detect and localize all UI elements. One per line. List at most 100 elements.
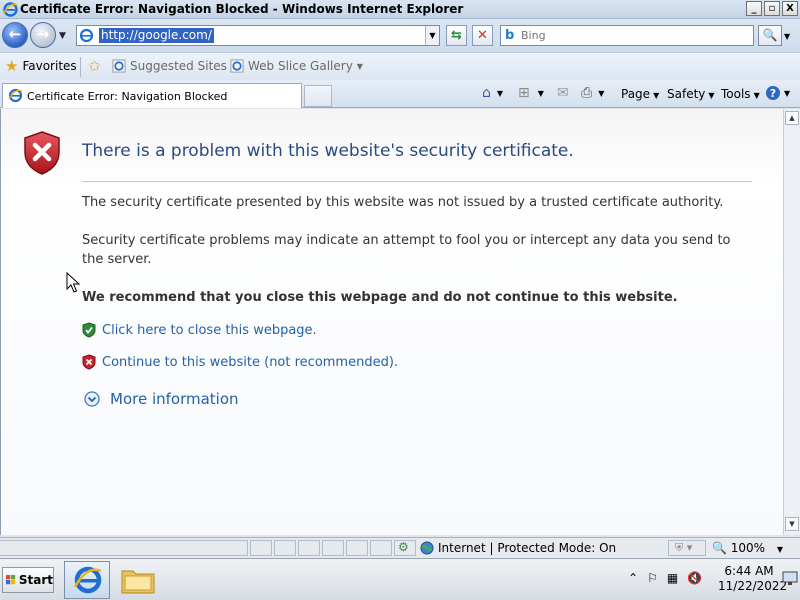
close-webpage-link[interactable]: Click here to close this webpage. [82,322,317,338]
address-row: ← → ▼ http://google.com/ ▼ ⇆ ✕ b 🔍 ▼ [0,19,800,52]
address-dropdown-icon[interactable]: ▼ [425,26,439,45]
favorites-button[interactable]: ★ Favorites [5,59,77,74]
web-slice-gallery-label: Web Slice Gallery [248,59,353,73]
help-button[interactable]: ? ▼ [765,84,790,102]
system-tray: ⌃ ⚐ ▦ 🔇 [628,571,702,585]
stop-button[interactable]: ✕ [472,25,493,46]
feeds-button[interactable]: ⊞ ▼ [518,84,544,102]
taskbar-internet-explorer[interactable] [64,561,110,599]
favorites-label: Favorites [22,59,77,73]
maximize-button[interactable]: ▫ [764,1,780,16]
continue-to-website-link[interactable]: Continue to this website (not recommende… [82,354,398,370]
search-options-dropdown[interactable]: ▼ [784,32,790,41]
status-bar: ⚙ Internet | Protected Mode: On ⛨ ▾ 🔍 10… [0,537,800,558]
continue-to-website-label[interactable]: Continue to this website (not recommende… [102,355,398,370]
windows-logo-icon [6,575,16,585]
clock-date: 11/22/2022 [718,579,788,593]
tools-menu-label: Tools [721,87,751,101]
favorites-bar: ★ Favorites ✩ Suggested Sites ▼ Web Slic… [0,52,800,80]
ie-logo-icon [3,2,18,17]
globe-icon [420,541,434,555]
vertical-scrollbar[interactable]: ▲ ▼ [783,109,800,535]
address-bar[interactable]: http://google.com/ ▼ [76,25,440,46]
start-button[interactable]: Start [2,567,54,593]
printer-icon: ⎙ [581,85,593,101]
scroll-up-icon[interactable]: ▲ [785,111,799,125]
ie-page-icon [79,28,94,43]
more-information-label[interactable]: More information [110,390,239,408]
tab-certificate-error[interactable]: Certificate Error: Navigation Blocked [2,83,302,108]
close-webpage-label[interactable]: Click here to close this webpage. [102,323,317,338]
url-text[interactable]: http://google.com/ [99,28,214,43]
chevron-down-icon: ▼ [753,91,760,100]
recent-pages-dropdown[interactable]: ▼ [59,31,66,41]
mouse-cursor-icon [66,272,80,293]
add-to-favorites-bar-button[interactable]: ✩ [88,59,101,74]
system-clock[interactable]: 6:44 AM 11/22/2022 [718,564,788,594]
heading-divider [82,181,752,182]
popup-blocker-cell[interactable]: ⚙ [394,540,416,556]
safety-menu-label: Safety [667,87,706,101]
status-cell [250,540,272,556]
title-bar: Certificate Error: Navigation Blocked - … [0,0,800,19]
ie-logo-icon [73,566,102,594]
search-button[interactable]: 🔍 [758,25,782,46]
favorites-separator [80,57,81,77]
back-arrow-icon: ← [8,25,22,43]
home-button[interactable]: ⌂ ▼ [482,84,503,102]
taskbar: Start ⌃ ⚐ ▦ 🔇 6:44 AM 11/22/2022 [0,558,800,600]
show-hidden-icons-icon[interactable]: ⌃ [628,571,638,585]
ie-page-icon [112,59,126,73]
safety-menu[interactable]: Safety ▼ [667,87,715,101]
volume-muted-icon[interactable]: 🔇 [687,571,702,585]
tab-label: Certificate Error: Navigation Blocked [27,90,228,103]
protected-mode-cell[interactable]: ⛨ ▾ [668,540,706,556]
rss-feed-icon: ⊞ [518,85,530,101]
suggested-sites-link[interactable]: Suggested Sites ▼ [112,59,237,73]
ie-page-icon [8,88,23,103]
magnifier-icon: 🔍 [712,541,727,555]
forward-arrow-icon: → [36,25,50,43]
window-title: Certificate Error: Navigation Blocked - … [20,2,464,16]
more-information-toggle[interactable]: More information [84,390,239,408]
status-cell [274,540,296,556]
show-desktop-button[interactable] [782,567,798,593]
forward-button[interactable]: → [30,22,56,48]
page-menu-label: Page [621,87,651,101]
page-menu[interactable]: Page ▼ [621,87,659,101]
web-slice-gallery-link[interactable]: Web Slice Gallery ▼ [230,59,363,73]
home-icon: ⌂ [482,85,491,101]
svg-text:?: ? [770,87,776,100]
new-tab-button[interactable] [304,85,332,107]
close-button[interactable]: X [782,1,798,16]
zoom-level-label: 100% [730,541,766,555]
status-cell [346,540,368,556]
search-input[interactable] [521,28,741,43]
print-button[interactable]: ⎙ ▼ [581,84,604,102]
chevron-down-icon: ▼ [776,545,784,554]
security-zone[interactable]: Internet | Protected Mode: On [420,541,616,555]
search-box[interactable]: b [500,25,754,46]
mail-icon: ✉ [557,85,569,101]
shield-lock-icon: ⛨ ▾ [675,541,693,554]
refresh-button[interactable]: ⇆ [446,25,467,46]
scroll-down-icon[interactable]: ▼ [785,517,799,531]
zoom-level-button[interactable]: 🔍 100% ▼ [712,541,783,555]
chevron-down-icon: ▼ [708,91,715,100]
back-button[interactable]: ← [2,22,28,48]
tab-command-bar: Certificate Error: Navigation Blocked ⌂ ▼… [0,80,800,108]
tools-menu[interactable]: Tools ▼ [721,87,760,101]
minimize-button[interactable]: _ [746,1,762,16]
action-center-flag-icon[interactable]: ⚐ [647,571,658,585]
bing-icon: b [505,28,515,43]
taskbar-windows-explorer[interactable] [118,563,158,597]
clock-time: 6:44 AM [724,564,774,578]
help-icon: ? [766,86,780,100]
chevron-down-icon: ▼ [653,91,660,100]
chevron-down-icon: ▼ [356,61,363,71]
suggested-sites-label: Suggested Sites [130,59,227,73]
read-mail-button[interactable]: ✉ [557,84,569,102]
error-warning-text: Security certificate problems may indica… [82,233,731,267]
network-icon[interactable]: ▦ [667,571,678,585]
green-shield-icon [82,322,96,338]
